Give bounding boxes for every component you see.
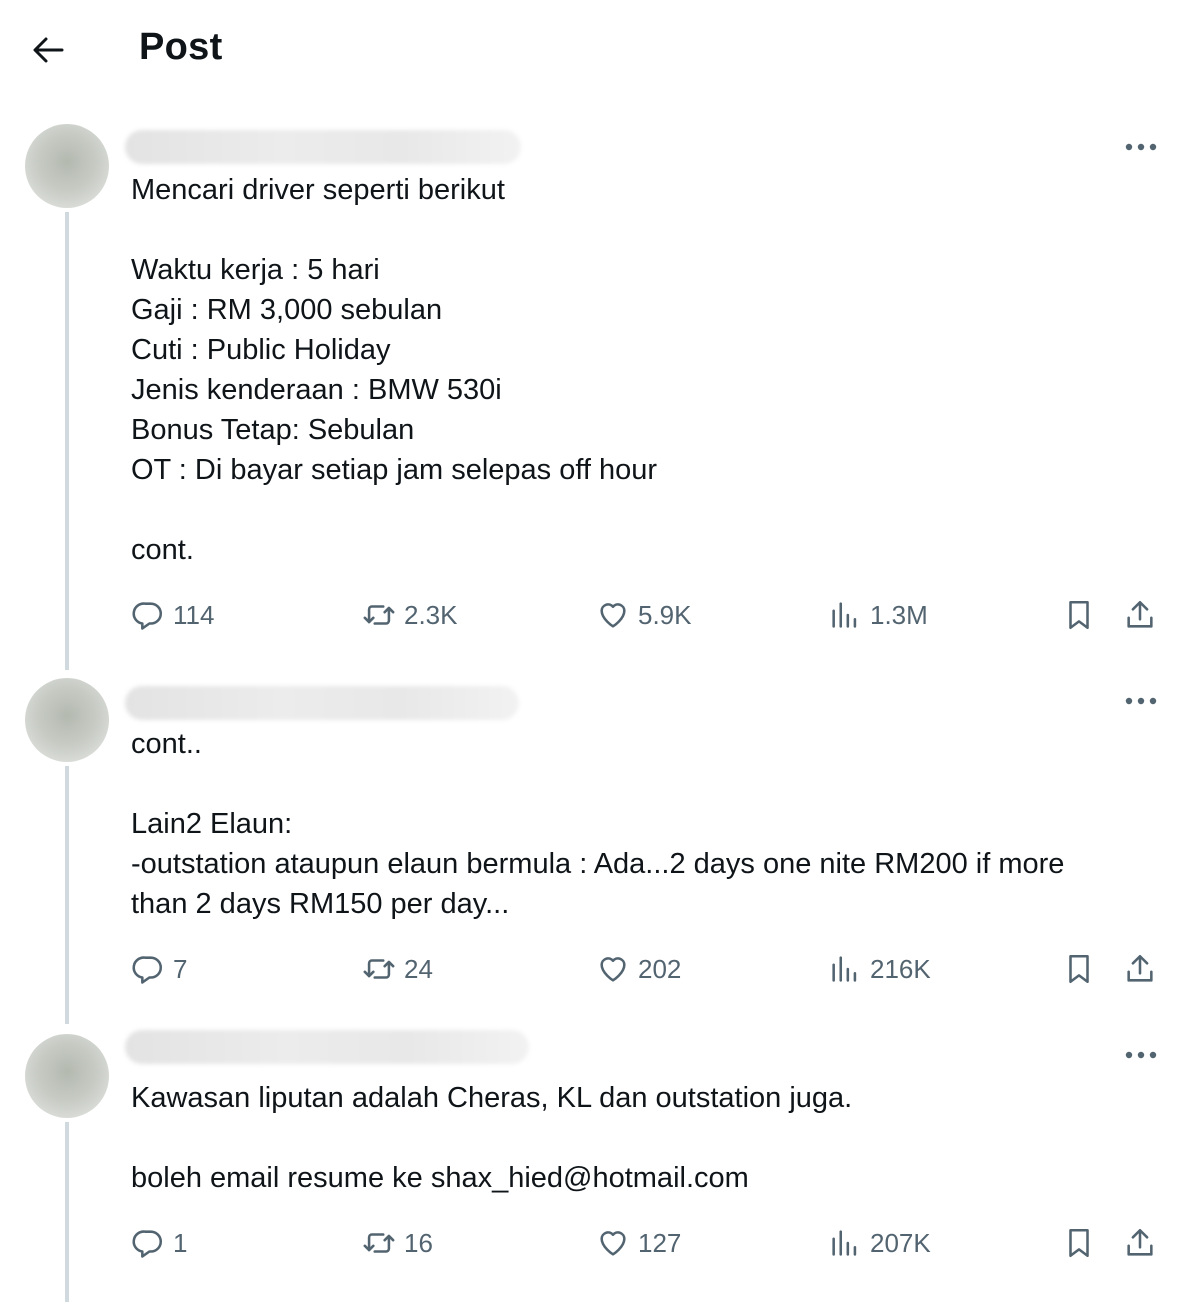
avatar[interactable] xyxy=(25,124,109,208)
more-icon xyxy=(1125,1051,1157,1059)
views-icon xyxy=(832,1230,857,1256)
share-icon xyxy=(1127,954,1153,982)
reply-count: 1 xyxy=(173,1227,188,1258)
views-icon xyxy=(832,956,857,982)
share-button[interactable] xyxy=(1123,949,1157,989)
share-button[interactable] xyxy=(1123,595,1157,635)
post-actions: 7 24 202 216K xyxy=(0,949,1190,989)
repost-icon xyxy=(363,959,395,979)
share-icon xyxy=(1127,1228,1153,1256)
bookmark-icon xyxy=(1069,600,1089,630)
reply-count: 7 xyxy=(173,953,188,984)
post-actions: 1 16 127 207K xyxy=(0,1223,1190,1263)
author-name[interactable] xyxy=(125,130,521,164)
view-count: 1.3M xyxy=(870,599,928,630)
page-title: Post xyxy=(139,26,223,68)
like-button[interactable]: 5.9K xyxy=(596,595,692,635)
bookmark-button[interactable] xyxy=(1062,949,1096,989)
like-button[interactable]: 127 xyxy=(596,1223,681,1263)
bookmark-icon xyxy=(1069,1228,1089,1258)
repost-button[interactable]: 24 xyxy=(362,949,433,989)
repost-count: 24 xyxy=(404,953,433,984)
like-count: 5.9K xyxy=(638,599,692,630)
view-count: 216K xyxy=(870,953,931,984)
reply-icon xyxy=(132,956,163,984)
more-icon xyxy=(1125,697,1157,705)
repost-count: 16 xyxy=(404,1227,433,1258)
repost-button[interactable]: 16 xyxy=(362,1223,433,1263)
thread-line xyxy=(65,1122,69,1302)
heart-icon xyxy=(600,957,626,982)
repost-icon xyxy=(363,605,395,625)
reply-button[interactable]: 114 xyxy=(131,595,214,635)
arrow-left-icon xyxy=(33,37,64,63)
avatar[interactable] xyxy=(25,1034,109,1118)
views-button[interactable]: 1.3M xyxy=(828,595,928,635)
like-count: 202 xyxy=(638,953,682,984)
view-count: 207K xyxy=(870,1227,931,1258)
share-button[interactable] xyxy=(1123,1223,1157,1263)
post-text: Mencari driver seperti berikut Waktu ker… xyxy=(131,174,658,566)
heart-icon xyxy=(600,603,626,628)
reply-button[interactable]: 1 xyxy=(131,1223,187,1263)
more-button[interactable] xyxy=(1124,694,1158,706)
repost-icon xyxy=(363,1233,395,1253)
repost-button[interactable]: 2.3K xyxy=(362,595,458,635)
header: Post xyxy=(0,0,1190,100)
like-count: 127 xyxy=(638,1227,682,1258)
reply-icon xyxy=(132,602,163,630)
heart-icon xyxy=(600,1231,626,1256)
bookmark-button[interactable] xyxy=(1062,595,1096,635)
bookmark-icon xyxy=(1069,954,1089,984)
views-icon xyxy=(832,602,857,628)
post-text: cont.. Lain2 Elaun: -outstation ataupun … xyxy=(131,728,1065,920)
views-button[interactable]: 207K xyxy=(828,1223,931,1263)
reply-icon xyxy=(132,1230,163,1258)
post-text: Kawasan liputan adalah Cheras, KL dan ou… xyxy=(131,1082,853,1194)
more-icon xyxy=(1125,143,1157,151)
author-name[interactable] xyxy=(125,686,519,720)
back-button[interactable] xyxy=(28,32,68,68)
post-actions: 114 2.3K 5.9K 1.3M xyxy=(0,595,1190,635)
reply-button[interactable]: 7 xyxy=(131,949,187,989)
more-button[interactable] xyxy=(1124,140,1158,152)
like-button[interactable]: 202 xyxy=(596,949,681,989)
bookmark-button[interactable] xyxy=(1062,1223,1096,1263)
repost-count: 2.3K xyxy=(404,599,458,630)
reply-count: 114 xyxy=(173,599,215,630)
author-name[interactable] xyxy=(125,1030,529,1064)
avatar[interactable] xyxy=(25,678,109,762)
share-icon xyxy=(1127,600,1153,628)
views-button[interactable]: 216K xyxy=(828,949,931,989)
more-button[interactable] xyxy=(1124,1048,1158,1060)
